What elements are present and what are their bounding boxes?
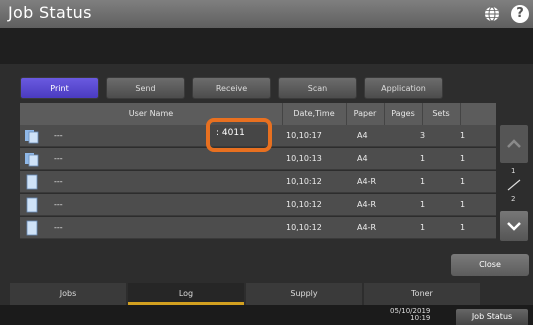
document-icon: [26, 174, 38, 190]
document-icon: [26, 197, 38, 213]
row-paper: A4: [357, 154, 368, 163]
row-sets: 1: [460, 223, 466, 232]
row-pages: 1: [420, 154, 426, 163]
page-divider: [507, 179, 521, 191]
row-datetime: 10,10:17: [286, 131, 322, 140]
tab-send[interactable]: Send: [106, 77, 185, 99]
tab-receive[interactable]: Receive: [192, 77, 271, 99]
page-indicator: 1 2: [500, 163, 528, 211]
table-row[interactable]: --- 10,10:12 A4-R 1 1: [20, 171, 496, 193]
row-paper: A4-R: [357, 223, 377, 232]
help-icon[interactable]: ?: [511, 5, 529, 23]
chevron-down-icon: [507, 222, 521, 231]
row-user: ---: [54, 223, 63, 232]
app-title: Job Status: [8, 3, 92, 22]
row-sets: 1: [460, 154, 466, 163]
status-datetime: 05/10/2019 10:19: [390, 307, 430, 322]
row-pages: 1: [420, 200, 426, 209]
tab-application[interactable]: Application: [364, 77, 443, 99]
row-paper: A4: [357, 131, 368, 140]
close-button[interactable]: Close: [451, 254, 529, 276]
globe-icon[interactable]: [484, 6, 500, 22]
status-time: 10:19: [410, 314, 431, 322]
tab-print[interactable]: Print: [20, 77, 99, 99]
col-pages: Pages: [384, 103, 423, 125]
scroll-down-button[interactable]: [500, 211, 528, 241]
message-bar: [0, 28, 533, 64]
table-row[interactable]: --- 10,10:12 A4-R 1 1: [20, 194, 496, 216]
row-pages: 1: [420, 223, 426, 232]
row-datetime: 10,10:13: [286, 154, 322, 163]
tab-supply[interactable]: Supply: [246, 283, 362, 305]
chevron-up-icon: [507, 139, 521, 148]
table-row[interactable]: --- 10,10:12 A4-R 1 1: [20, 217, 496, 239]
highlighted-user-id: : 4011: [216, 128, 245, 138]
row-datetime: 10,10:12: [286, 200, 322, 209]
multi-page-document-icon: [25, 130, 39, 144]
row-pages: 1: [420, 177, 426, 186]
row-paper: A4-R: [357, 177, 377, 186]
job-status-button[interactable]: Job Status: [456, 309, 528, 325]
row-datetime: 10,10:12: [286, 223, 322, 232]
row-sets: 1: [460, 131, 466, 140]
row-user: ---: [54, 200, 63, 209]
title-bar: Job Status ?: [0, 0, 533, 28]
row-sets: 1: [460, 200, 466, 209]
multi-page-document-icon: [25, 153, 39, 167]
tab-toner[interactable]: Toner: [364, 283, 480, 305]
row-user: ---: [54, 177, 63, 186]
tab-jobs[interactable]: Jobs: [10, 283, 126, 305]
row-datetime: 10,10:12: [286, 177, 322, 186]
row-pages: 3: [420, 131, 426, 140]
col-sets: Sets: [422, 103, 461, 125]
col-date-time: Date,Time: [282, 103, 347, 125]
tab-scan[interactable]: Scan: [278, 77, 357, 99]
row-user: ---: [54, 154, 63, 163]
scroll-up-button[interactable]: [500, 125, 528, 163]
tab-log[interactable]: Log: [128, 283, 244, 305]
row-user: ---: [54, 131, 63, 140]
row-paper: A4-R: [357, 200, 377, 209]
status-bar: [0, 305, 533, 325]
row-sets: 1: [460, 177, 466, 186]
document-icon: [26, 220, 38, 236]
total-pages: 2: [511, 195, 516, 203]
col-paper: Paper: [346, 103, 385, 125]
current-page: 1: [511, 167, 516, 175]
